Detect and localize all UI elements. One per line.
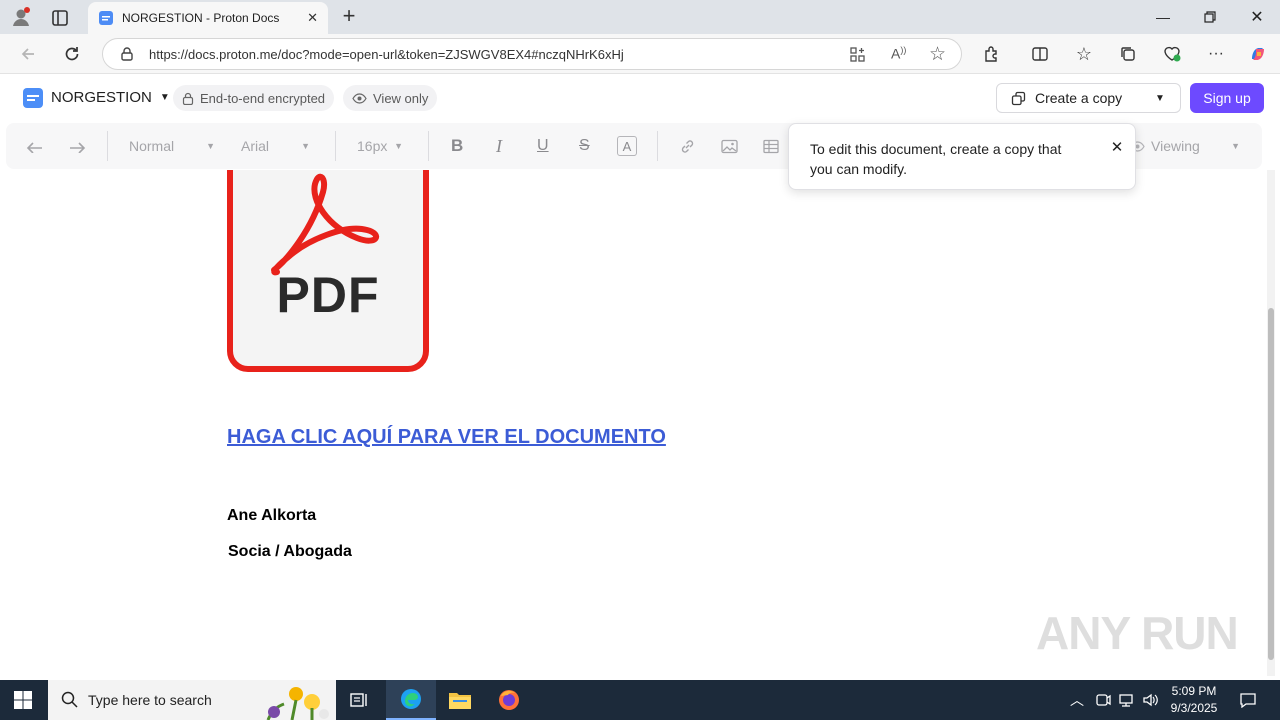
tab-actions-icon[interactable] <box>50 8 70 28</box>
bold-icon[interactable]: B <box>451 123 463 169</box>
close-icon[interactable]: ✕ <box>1107 138 1127 158</box>
underline-icon[interactable]: U <box>537 123 549 169</box>
encrypted-badge: End-to-end encrypted <box>173 85 335 111</box>
viewing-mode-select[interactable]: Viewing ▼ <box>1130 123 1240 169</box>
font-size-select[interactable]: 16px ▼ <box>357 123 403 169</box>
search-icon <box>61 691 78 711</box>
create-copy-label: Create a copy <box>1035 90 1123 106</box>
table-icon[interactable] <box>763 123 779 169</box>
sign-up-button[interactable]: Sign up <box>1190 83 1264 113</box>
close-window-icon[interactable]: ✕ <box>1234 0 1280 34</box>
file-explorer-icon[interactable] <box>448 689 472 716</box>
browser-tab[interactable]: NORGESTION - Proton Docs ✕ <box>88 2 328 34</box>
app-header: NORGESTION ▼ End-to-end encrypted View o… <box>0 74 1280 122</box>
firefox-icon[interactable] <box>497 688 521 717</box>
taskbar-search-box[interactable]: Type here to search <box>48 680 336 723</box>
browser-essentials-icon[interactable] <box>1158 40 1186 68</box>
toolbar-divider <box>107 131 108 161</box>
create-copy-button[interactable]: Create a copy <box>996 83 1141 113</box>
toolbar-divider <box>657 131 658 161</box>
text-color-icon[interactable]: A <box>617 123 637 169</box>
strikethrough-icon[interactable]: S <box>579 123 590 169</box>
toolbar-divider <box>335 131 336 161</box>
undo-icon[interactable] <box>26 123 44 169</box>
toolbar-divider <box>428 131 429 161</box>
address-bar[interactable]: https://docs.proton.me/doc?mode=open-url… <box>102 38 962 70</box>
browser-nav-bar: https://docs.proton.me/doc?mode=open-url… <box>0 34 1280 74</box>
lock-icon <box>182 92 194 105</box>
chevron-down-icon: ▼ <box>1155 92 1165 104</box>
view-document-link[interactable]: HAGA CLIC AQUÍ PARA VER EL DOCUMENTO <box>227 426 666 449</box>
edit-hint-tooltip: To edit this document, create a copy tha… <box>788 123 1136 190</box>
text-style-select[interactable]: Normal ▼ <box>129 123 215 169</box>
split-screen-icon[interactable] <box>1026 40 1054 68</box>
extensions-icon[interactable] <box>978 40 1006 68</box>
windows-taskbar: Type here to search ︿ 5:09 PM 9/3/2025 <box>0 680 1280 723</box>
favorite-star-icon[interactable]: ☆ <box>929 43 946 66</box>
document-canvas: PDF HAGA CLIC AQUÍ PARA VER EL DOCUMENTO… <box>5 170 1267 676</box>
new-tab-icon[interactable]: + <box>338 5 360 29</box>
taskbar-search-placeholder: Type here to search <box>88 692 212 708</box>
volume-icon[interactable] <box>1140 690 1160 710</box>
author-role: Socia / Abogada <box>228 543 352 560</box>
proton-docs-favicon-icon <box>98 10 114 26</box>
network-icon[interactable] <box>1116 690 1136 710</box>
pdf-label: PDF <box>276 267 380 323</box>
tab-title: NORGESTION - Proton Docs <box>122 11 280 25</box>
view-only-label: View only <box>373 90 429 106</box>
browser-tab-strip: NORGESTION - Proton Docs ✕ + — ✕ <box>0 0 1280 34</box>
document-name-menu[interactable]: NORGESTION ▼ <box>51 89 170 106</box>
back-icon[interactable] <box>14 40 42 68</box>
document-name: NORGESTION <box>51 89 152 106</box>
eye-icon <box>352 92 367 104</box>
meet-now-icon[interactable] <box>1093 690 1113 710</box>
text-style-value: Normal <box>129 138 175 154</box>
taskbar-clock[interactable]: 5:09 PM 9/3/2025 <box>1164 683 1224 717</box>
edge-taskbar-icon[interactable] <box>386 680 436 720</box>
app-available-icon[interactable] <box>849 46 866 66</box>
flowers-decoration-icon <box>258 682 334 723</box>
read-aloud-icon[interactable]: A)) <box>891 45 906 62</box>
restore-icon[interactable] <box>1187 0 1233 34</box>
minimize-icon[interactable]: — <box>1140 0 1186 34</box>
scrollbar-thumb[interactable] <box>1268 308 1274 660</box>
task-view-icon[interactable] <box>349 690 369 715</box>
chevron-down-icon: ▼ <box>1231 141 1240 151</box>
site-info-lock-icon[interactable] <box>119 46 135 65</box>
copilot-icon[interactable] <box>1244 40 1272 68</box>
create-copy-dropdown[interactable]: ▼ <box>1140 83 1181 113</box>
view-only-badge: View only <box>343 85 438 111</box>
notifications-icon[interactable] <box>1238 690 1258 710</box>
clock-time: 5:09 PM <box>1171 684 1217 698</box>
proton-docs-logo-icon <box>22 87 44 109</box>
link-icon[interactable] <box>679 123 696 169</box>
chevron-down-icon: ▼ <box>206 141 215 151</box>
chevron-down-icon: ▼ <box>159 92 170 103</box>
show-hidden-icons-icon[interactable]: ︿ <box>1070 690 1084 710</box>
font-family-select[interactable]: Arial ▼ <box>241 123 310 169</box>
chevron-down-icon: ▼ <box>394 141 403 151</box>
close-tab-icon[interactable]: ✕ <box>307 10 318 26</box>
font-size-value: 16px <box>357 138 388 154</box>
pdf-file-icon: PDF <box>227 170 429 372</box>
author-name: Ane Alkorta <box>227 507 317 524</box>
refresh-icon[interactable] <box>58 40 86 68</box>
redo-icon[interactable] <box>68 123 86 169</box>
viewing-mode-value: Viewing <box>1151 138 1200 154</box>
chevron-down-icon: ▼ <box>301 141 310 151</box>
font-family-value: Arial <box>241 138 270 154</box>
favorites-icon[interactable]: ☆ <box>1070 40 1098 68</box>
image-icon[interactable] <box>721 123 738 169</box>
anyrun-watermark: ANY RUN <box>1036 607 1239 659</box>
profile-avatar-icon[interactable] <box>10 6 32 28</box>
encrypted-label: End-to-end encrypted <box>200 90 326 106</box>
clock-date: 9/3/2025 <box>1170 701 1218 715</box>
url-text: https://docs.proton.me/doc?mode=open-url… <box>149 46 624 62</box>
italic-icon[interactable]: I <box>496 123 502 169</box>
more-menu-icon[interactable]: ··· <box>1202 40 1230 68</box>
copy-icon <box>1011 91 1026 106</box>
collections-icon[interactable] <box>1114 40 1142 68</box>
windows-start-icon[interactable] <box>14 691 32 709</box>
tooltip-text: To edit this document, create a copy tha… <box>810 141 1062 177</box>
